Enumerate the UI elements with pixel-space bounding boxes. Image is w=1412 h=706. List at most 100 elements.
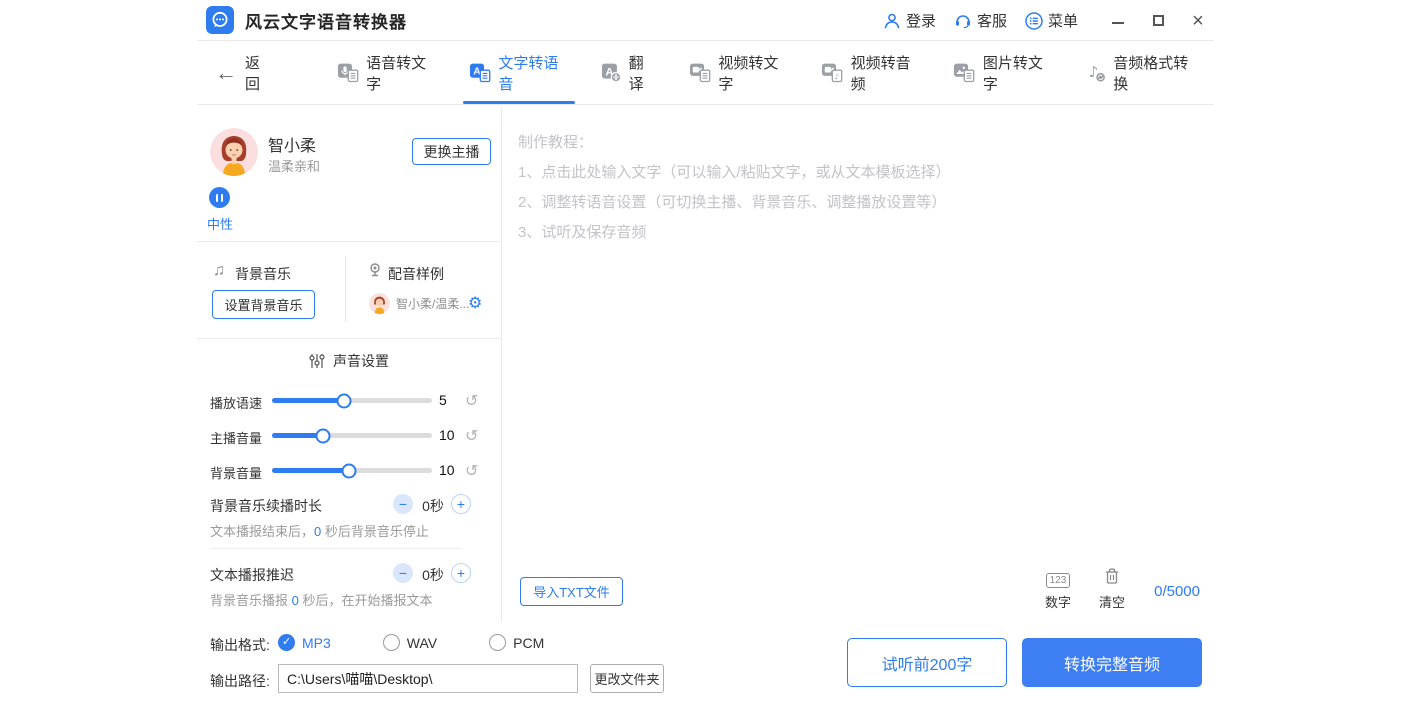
pause-icon[interactable] (209, 187, 230, 208)
anchor-avatar (210, 128, 258, 176)
video-audio-icon: ♪ (821, 62, 844, 84)
footer-bar: 输出格式: MP3 WAV PCM 输出路径: 更改文件夹 试听前200字 转换… (197, 623, 1214, 706)
slider-label: 主播音量 (210, 428, 262, 447)
reset-icon[interactable]: ↻ (465, 426, 478, 446)
close-button[interactable]: × (1190, 13, 1206, 29)
stepper-value: 0秒 (417, 565, 449, 585)
slider-thumb[interactable] (316, 428, 331, 443)
text-doc-icon: A (469, 62, 492, 84)
tab-text-to-speech[interactable]: A 文字转语音 (453, 42, 585, 104)
tab-label: 视频转音频 (851, 52, 922, 94)
maximize-button[interactable] (1150, 13, 1166, 29)
menu-icon (1025, 12, 1043, 30)
back-button[interactable]: ← 返回 (215, 52, 273, 94)
divider (210, 548, 462, 549)
tab-translate[interactable]: A 翻译 (585, 42, 673, 104)
speed-slider[interactable] (272, 398, 432, 403)
slider-label: 背景音量 (210, 463, 262, 482)
tab-bar: ← 返回 语音转文字 A (197, 42, 1214, 105)
radio-wav[interactable]: WAV (383, 634, 437, 651)
menu-button[interactable]: 菜单 (1025, 10, 1078, 31)
minimize-button[interactable] (1110, 13, 1126, 29)
convert-button[interactable]: 转换完整音频 (1022, 638, 1202, 687)
sample-section-title: 配音样例 (388, 264, 444, 284)
number-tool-label: 数字 (1040, 592, 1076, 611)
reset-icon[interactable]: ↻ (465, 391, 478, 411)
back-arrow-icon: ← (215, 62, 237, 84)
settings-sidebar: 智小柔 温柔亲和 更换主播 中性 ♫ 背景音乐 设置背景音乐 配音样例 (197, 106, 502, 622)
headset-icon (954, 12, 972, 30)
window-controls: × (1110, 13, 1206, 29)
slider-thumb[interactable] (337, 393, 352, 408)
minus-button[interactable]: − (393, 563, 413, 583)
radio-dot-icon (489, 634, 506, 651)
reset-icon[interactable]: ↻ (465, 461, 478, 481)
plus-button[interactable]: + (451, 494, 471, 514)
preview-button[interactable]: 试听前200字 (847, 638, 1007, 687)
login-button[interactable]: 登录 (883, 10, 936, 31)
stepper-value: 0秒 (417, 496, 449, 516)
stepper-label: 背景音乐续播时长 (210, 496, 322, 516)
import-txt-button[interactable]: 导入TXT文件 (520, 577, 623, 606)
mic-icon (367, 262, 383, 278)
radio-label: MP3 (302, 635, 331, 651)
music-note-icon: ♫ (213, 262, 225, 280)
tab-audio-format-convert[interactable]: ♪ 音频格式转换 (1070, 42, 1215, 104)
clear-tool[interactable]: 清空 (1094, 567, 1130, 611)
slider-value: 10 (439, 462, 459, 478)
radio-label: WAV (407, 635, 437, 651)
sliders-icon (309, 353, 325, 369)
change-folder-button[interactable]: 更改文件夹 (590, 664, 664, 693)
service-label: 客服 (977, 10, 1007, 31)
number-icon: 123 (1046, 573, 1071, 588)
sample-name: 智小柔/温柔... (396, 295, 462, 312)
anchor-volume-slider-row: 主播音量 10 ↻ (197, 426, 501, 446)
format-options: MP3 WAV PCM (278, 634, 544, 651)
tab-video-to-text[interactable]: 视频转文字 (673, 42, 805, 104)
slider-thumb[interactable] (341, 463, 356, 478)
set-bgm-button[interactable]: 设置背景音乐 (212, 290, 315, 319)
login-label: 登录 (906, 10, 936, 31)
customer-service-button[interactable]: 客服 (954, 10, 1007, 31)
clear-tool-label: 清空 (1094, 592, 1130, 611)
text-input-area[interactable]: 制作教程： 1、点击此处输入文字（可以输入/粘贴文字，或从文本模板选择） 2、调… (502, 106, 1214, 622)
minus-button[interactable]: − (393, 494, 413, 514)
tab-label: 视频转文字 (718, 52, 789, 94)
trash-icon (1105, 568, 1119, 584)
video-doc-icon (689, 62, 712, 84)
tab-speech-to-text[interactable]: 语音转文字 (321, 42, 453, 104)
radio-mp3[interactable]: MP3 (278, 634, 331, 651)
audio-convert-icon: ♪ (1086, 62, 1107, 84)
tab-video-to-audio[interactable]: ♪ 视频转音频 (805, 42, 937, 104)
number-tool[interactable]: 123 数字 (1040, 570, 1076, 612)
sample-item[interactable]: 智小柔/温柔... ⚙ (369, 293, 482, 314)
tab-label: 图片转文字 (983, 52, 1054, 94)
radio-dot-icon (383, 634, 400, 651)
stepper-label: 文本播报推迟 (210, 565, 294, 585)
format-label: 输出格式: (210, 635, 270, 655)
bgm-volume-slider[interactable] (272, 468, 432, 473)
app-window: 风云文字语音转换器 登录 客服 (197, 0, 1214, 706)
char-count: 0/5000 (1154, 583, 1200, 600)
plus-button[interactable]: + (451, 563, 471, 583)
bgm-section-title: 背景音乐 (235, 264, 291, 284)
slider-value: 10 (439, 427, 459, 443)
output-path-input[interactable] (278, 664, 578, 693)
mic-doc-icon (337, 62, 360, 84)
change-anchor-button[interactable]: 更换主播 (412, 138, 491, 165)
tab-image-to-text[interactable]: 图片转文字 (937, 42, 1069, 104)
sound-settings-title: 声音设置 (333, 351, 389, 371)
radio-pcm[interactable]: PCM (489, 634, 544, 651)
sample-avatar (369, 293, 390, 314)
translate-icon: A (601, 62, 622, 84)
menu-label: 菜单 (1048, 10, 1078, 31)
radio-dot-icon (278, 634, 295, 651)
gear-icon[interactable]: ⚙ (468, 296, 482, 312)
tutorial-placeholder: 制作教程： 1、点击此处输入文字（可以输入/粘贴文字，或从文本模板选择） 2、调… (518, 128, 951, 248)
path-label: 输出路径: (210, 671, 270, 691)
anchor-volume-slider[interactable] (272, 433, 432, 438)
divider (345, 256, 346, 322)
bgm-duration-row: 背景音乐续播时长 − 0秒 + (197, 494, 501, 516)
bgm-duration-hint: 文本播报结束后，0 秒后背景音乐停止 (210, 521, 429, 540)
radio-label: PCM (513, 635, 544, 651)
